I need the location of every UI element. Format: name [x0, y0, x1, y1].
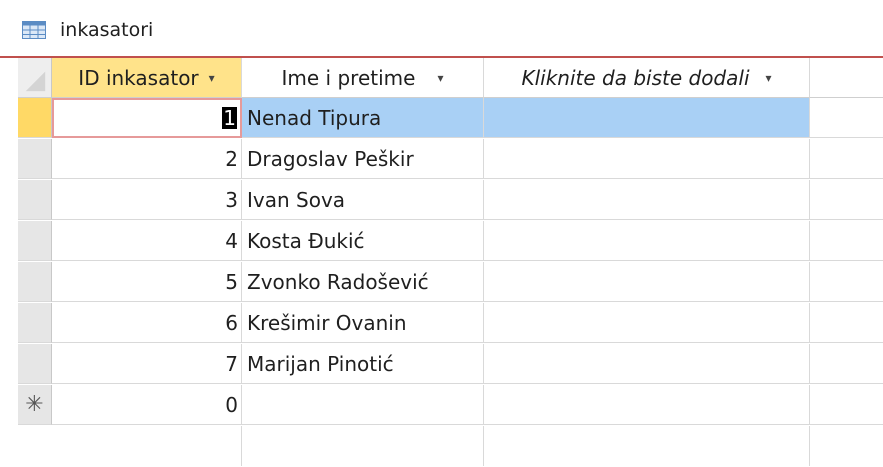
cell-name[interactable]: Krešimir Ovanin	[242, 303, 484, 343]
cell-value: 1	[222, 106, 237, 130]
record-selector[interactable]	[18, 221, 52, 261]
row-filler	[810, 180, 883, 220]
table-icon	[22, 21, 46, 39]
column-header-add[interactable]: Kliknite da biste dodali ▾	[484, 58, 810, 98]
cell-id[interactable]: 5	[52, 262, 242, 302]
cell-name[interactable]: Ivan Sova	[242, 180, 484, 220]
blank-cell	[484, 426, 810, 466]
column-header-id[interactable]: ID inkasator ▾	[52, 58, 242, 98]
cell-add[interactable]	[484, 344, 810, 384]
blank-area	[0, 426, 883, 467]
table-row[interactable]: 2 Dragoslav Peškir	[0, 139, 883, 180]
record-selector[interactable]	[18, 262, 52, 302]
cell-name[interactable]	[242, 385, 484, 425]
blank-selector	[18, 426, 52, 466]
cell-name[interactable]: Dragoslav Peškir	[242, 139, 484, 179]
table-row[interactable]: 5 Zvonko Radošević	[0, 262, 883, 303]
object-tab-strip: inkasatori	[0, 0, 883, 56]
cell-add[interactable]	[484, 221, 810, 261]
cell-id[interactable]: 3	[52, 180, 242, 220]
cell-id[interactable]: 2	[52, 139, 242, 179]
new-record-row[interactable]: ✳ 0	[0, 385, 883, 426]
row-filler	[810, 385, 883, 425]
cell-add[interactable]	[484, 262, 810, 302]
cell-name[interactable]: Marijan Pinotić	[242, 344, 484, 384]
cell-id[interactable]: 1	[52, 98, 242, 138]
record-selector[interactable]	[18, 180, 52, 220]
cell-name[interactable]: Zvonko Radošević	[242, 262, 484, 302]
table-row[interactable]: 6 Krešimir Ovanin	[0, 303, 883, 344]
cell-add[interactable]	[484, 98, 810, 138]
row-filler	[810, 139, 883, 179]
row-filler	[810, 262, 883, 302]
record-selector[interactable]	[18, 303, 52, 343]
cell-id[interactable]: 6	[52, 303, 242, 343]
tab-label: inkasatori	[60, 19, 154, 41]
select-all-icon	[25, 71, 46, 92]
record-selector[interactable]	[18, 98, 52, 138]
chevron-down-icon[interactable]: ▾	[766, 71, 772, 85]
cell-name[interactable]: Kosta Đukić	[242, 221, 484, 261]
table-row[interactable]: 7 Marijan Pinotić	[0, 344, 883, 385]
chevron-down-icon[interactable]: ▾	[437, 71, 443, 85]
cell-add[interactable]	[484, 180, 810, 220]
cell-id[interactable]: 7	[52, 344, 242, 384]
new-record-icon[interactable]: ✳	[18, 385, 52, 425]
column-header-name[interactable]: Ime i pretime ▾	[242, 58, 484, 98]
cell-id[interactable]: 4	[52, 221, 242, 261]
cell-add[interactable]	[484, 385, 810, 425]
row-filler	[810, 221, 883, 261]
column-header-label: ID inkasator	[78, 65, 199, 90]
table-row[interactable]: 1 Nenad Tipura	[0, 98, 883, 139]
row-filler	[810, 303, 883, 343]
table-tab[interactable]: inkasatori	[22, 16, 153, 44]
cell-add[interactable]	[484, 303, 810, 343]
cell-name[interactable]: Nenad Tipura	[242, 98, 484, 138]
row-filler	[810, 344, 883, 384]
table-row[interactable]: 4 Kosta Đukić	[0, 221, 883, 262]
empty-header-area	[810, 58, 883, 98]
record-selector[interactable]	[18, 344, 52, 384]
cell-id[interactable]: 0	[52, 385, 242, 425]
chevron-down-icon[interactable]: ▾	[209, 71, 215, 85]
blank-cell	[52, 426, 242, 466]
row-filler	[810, 98, 883, 138]
record-selector[interactable]	[18, 139, 52, 179]
column-header-label: Ime i pretime	[281, 65, 416, 90]
header-row: ID inkasator ▾ Ime i pretime ▾ Kliknite …	[0, 58, 883, 99]
table-row[interactable]: 3 Ivan Sova	[0, 180, 883, 221]
blank-cell	[242, 426, 484, 466]
column-header-label: Kliknite da biste dodali	[521, 65, 750, 90]
cell-add[interactable]	[484, 139, 810, 179]
select-all-corner[interactable]	[18, 58, 52, 98]
